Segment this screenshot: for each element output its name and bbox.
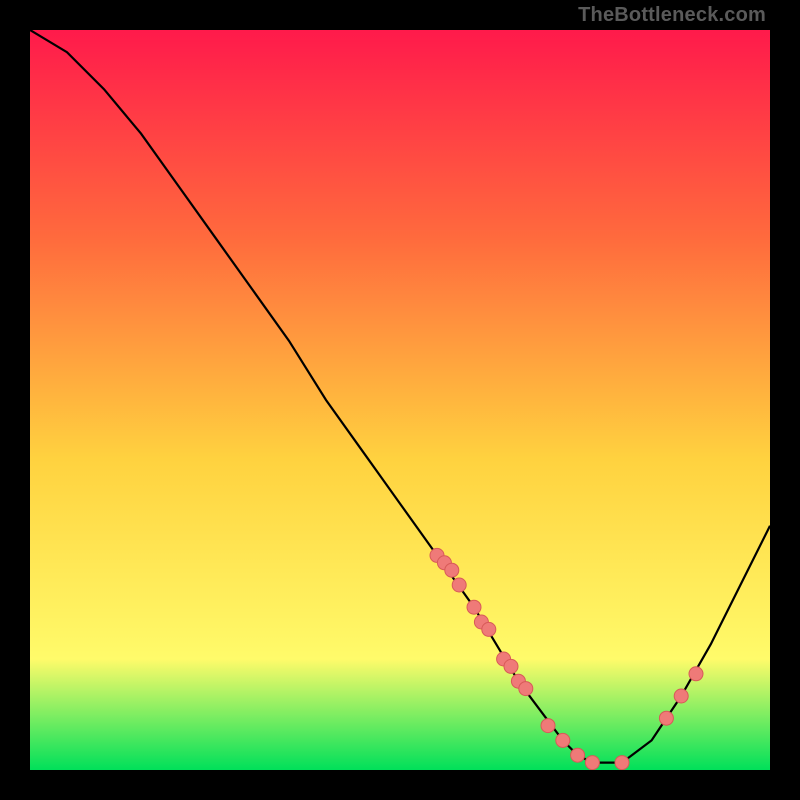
highlight-dot [615,756,629,770]
highlight-dot [452,578,466,592]
highlight-dot [504,659,518,673]
highlight-dot [482,622,496,636]
plot-area [30,30,770,770]
highlight-dot [689,667,703,681]
highlight-dot [467,600,481,614]
attribution-label: TheBottleneck.com [578,4,766,27]
chart-frame: TheBottleneck.com [0,0,800,800]
chart-svg [30,30,770,770]
highlight-dot [659,711,673,725]
highlight-dot [674,689,688,703]
highlight-dot [445,563,459,577]
highlight-dot [585,756,599,770]
highlight-dot [541,719,555,733]
gradient-background [30,30,770,770]
highlight-dot [519,682,533,696]
highlight-dot [556,733,570,747]
highlight-dot [571,748,585,762]
